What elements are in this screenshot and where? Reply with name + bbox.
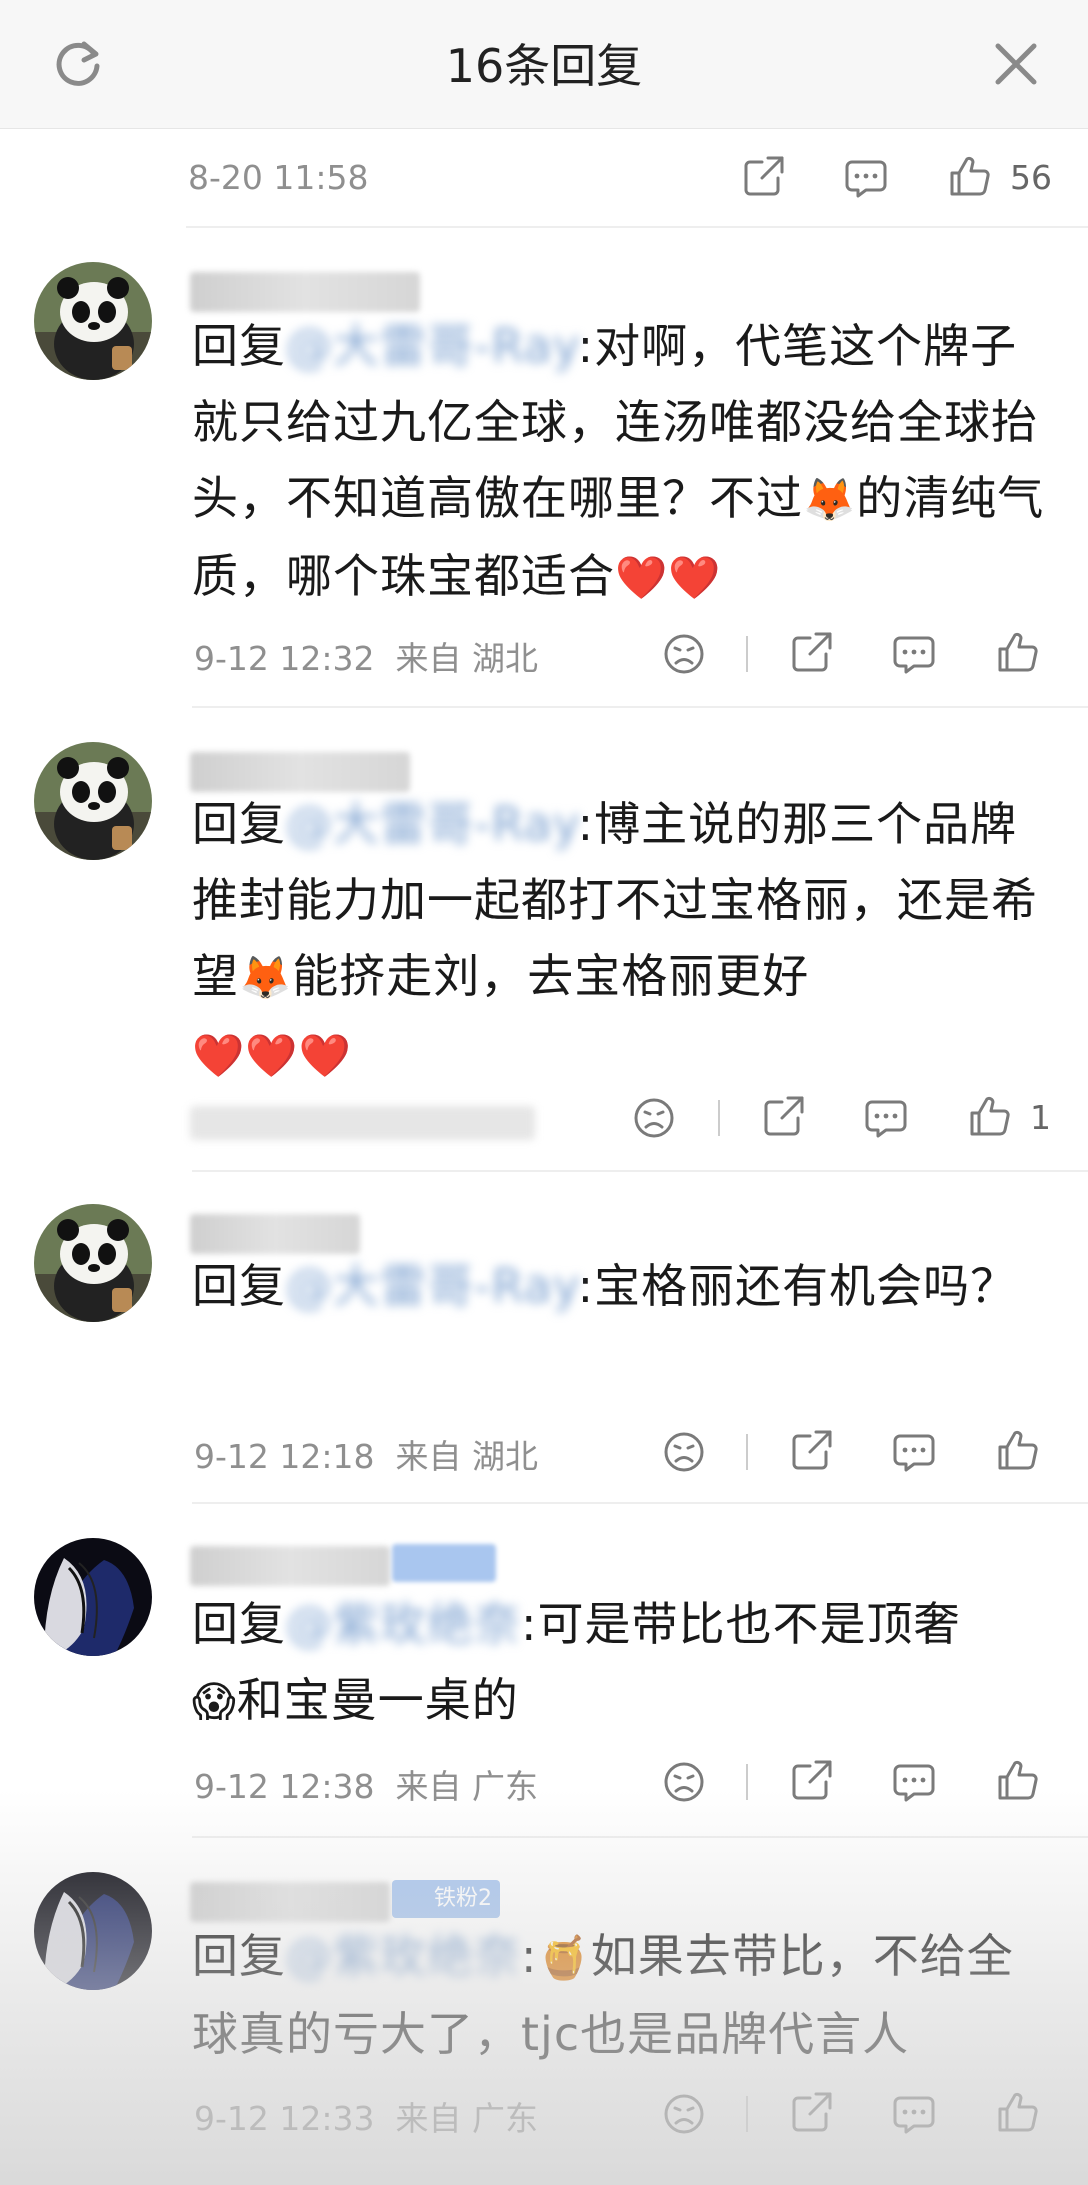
separator [746, 1434, 748, 1470]
share-icon[interactable] [790, 1428, 834, 1472]
divider [192, 1170, 1088, 1172]
comment-time: 9-12 12:18 来自 湖北 [194, 1437, 538, 1476]
fan-badge-blurred [392, 1544, 496, 1582]
divider [192, 1502, 1088, 1504]
fox-emoji: 🦊 [803, 475, 857, 524]
share-icon[interactable] [790, 630, 834, 674]
like-icon[interactable] [948, 154, 992, 198]
close-icon[interactable] [990, 38, 1042, 90]
page-title: 16条回复 [445, 39, 643, 93]
mention-link[interactable]: @紫玫绝奈 [286, 1597, 521, 1651]
avatar[interactable] [34, 1204, 152, 1322]
heart-emoji: ❤️❤️ [615, 553, 722, 602]
mention-link[interactable]: @紫玫绝奈 [286, 1929, 521, 1983]
dislike-icon[interactable] [632, 1096, 676, 1140]
comment-text: 回复@紫玫绝奈:🍯如果去带比，不给全球真的亏大了，tjc也是品牌代言人 [192, 1929, 1014, 2061]
avatar[interactable] [34, 742, 152, 860]
divider [192, 706, 1088, 708]
username-blurred[interactable] [190, 1882, 390, 1922]
avatar[interactable] [34, 262, 152, 380]
share-icon[interactable] [742, 154, 786, 198]
comment-icon[interactable] [892, 632, 936, 676]
dislike-icon[interactable] [662, 1430, 706, 1474]
like-icon[interactable] [996, 1758, 1040, 1802]
heart-emoji: ❤️❤️❤️ [192, 1031, 352, 1080]
comment-time: 9-12 12:32 来自 湖北 [194, 639, 538, 678]
comment-icon[interactable] [892, 1430, 936, 1474]
modal-header: 16条回复 [0, 0, 1088, 129]
separator [746, 1764, 748, 1800]
share-icon[interactable] [790, 2090, 834, 2134]
mention-link[interactable]: @大雷哥-Ray [286, 1259, 578, 1313]
comment-text: 回复@紫玫绝奈:可是带比也不是顶奢 😱和宝曼一桌的 [192, 1597, 961, 1727]
like-count: 1 [1030, 1098, 1051, 1137]
comment-time: 9-12 12:33 来自 广东 [194, 2099, 538, 2138]
avatar[interactable] [34, 1872, 152, 1990]
dislike-icon[interactable] [662, 2092, 706, 2136]
like-icon[interactable] [996, 2090, 1040, 2134]
divider [192, 1836, 1088, 1838]
username-blurred[interactable] [190, 1546, 390, 1586]
comment-icon[interactable] [844, 156, 888, 200]
comment-icon[interactable] [892, 2092, 936, 2136]
comment-text: 回复@大雷哥-Ray:宝格丽还有机会吗？ [192, 1259, 1018, 1313]
username-blurred[interactable] [190, 272, 420, 312]
separator [746, 2096, 748, 2132]
avatar[interactable] [34, 1538, 152, 1656]
comment-icon[interactable] [892, 1760, 936, 1804]
comment-text: 回复@大雷哥-Ray:对啊，代笔这个牌子就只给过九亿全球，连汤唯都没给全球抬头，… [192, 319, 1045, 603]
like-icon[interactable] [968, 1094, 1012, 1138]
comment-text: 回复@大雷哥-Ray:博主说的那三个品牌推封能力加一起都打不过宝格丽，还是希望🦊… [192, 797, 1038, 1080]
share-icon[interactable] [762, 1094, 806, 1138]
time-location-blurred [190, 1106, 535, 1140]
separator [718, 1100, 720, 1136]
separator [746, 636, 748, 672]
face-emoji: 😱 [192, 1677, 237, 1726]
share-icon[interactable] [790, 1758, 834, 1802]
comment-time: 9-12 12:38 来自 广东 [194, 1767, 538, 1806]
like-icon[interactable] [996, 1428, 1040, 1472]
mention-link[interactable]: @大雷哥-Ray [286, 319, 578, 373]
fox-emoji: 🦊 [239, 953, 293, 1002]
honey-emoji: 🍯 [537, 1933, 591, 1982]
fan-badge: 铁粉2 [392, 1880, 500, 1918]
like-count: 56 [1010, 158, 1052, 197]
dislike-icon[interactable] [662, 1760, 706, 1804]
post-time: 8-20 11:58 [188, 158, 369, 197]
original-post-meta: 8-20 11:58 56 [0, 128, 1088, 226]
like-icon[interactable] [996, 630, 1040, 674]
mention-link[interactable]: @大雷哥-Ray [286, 797, 578, 851]
comment-icon[interactable] [864, 1096, 908, 1140]
divider [186, 226, 1088, 228]
dislike-icon[interactable] [662, 632, 706, 676]
